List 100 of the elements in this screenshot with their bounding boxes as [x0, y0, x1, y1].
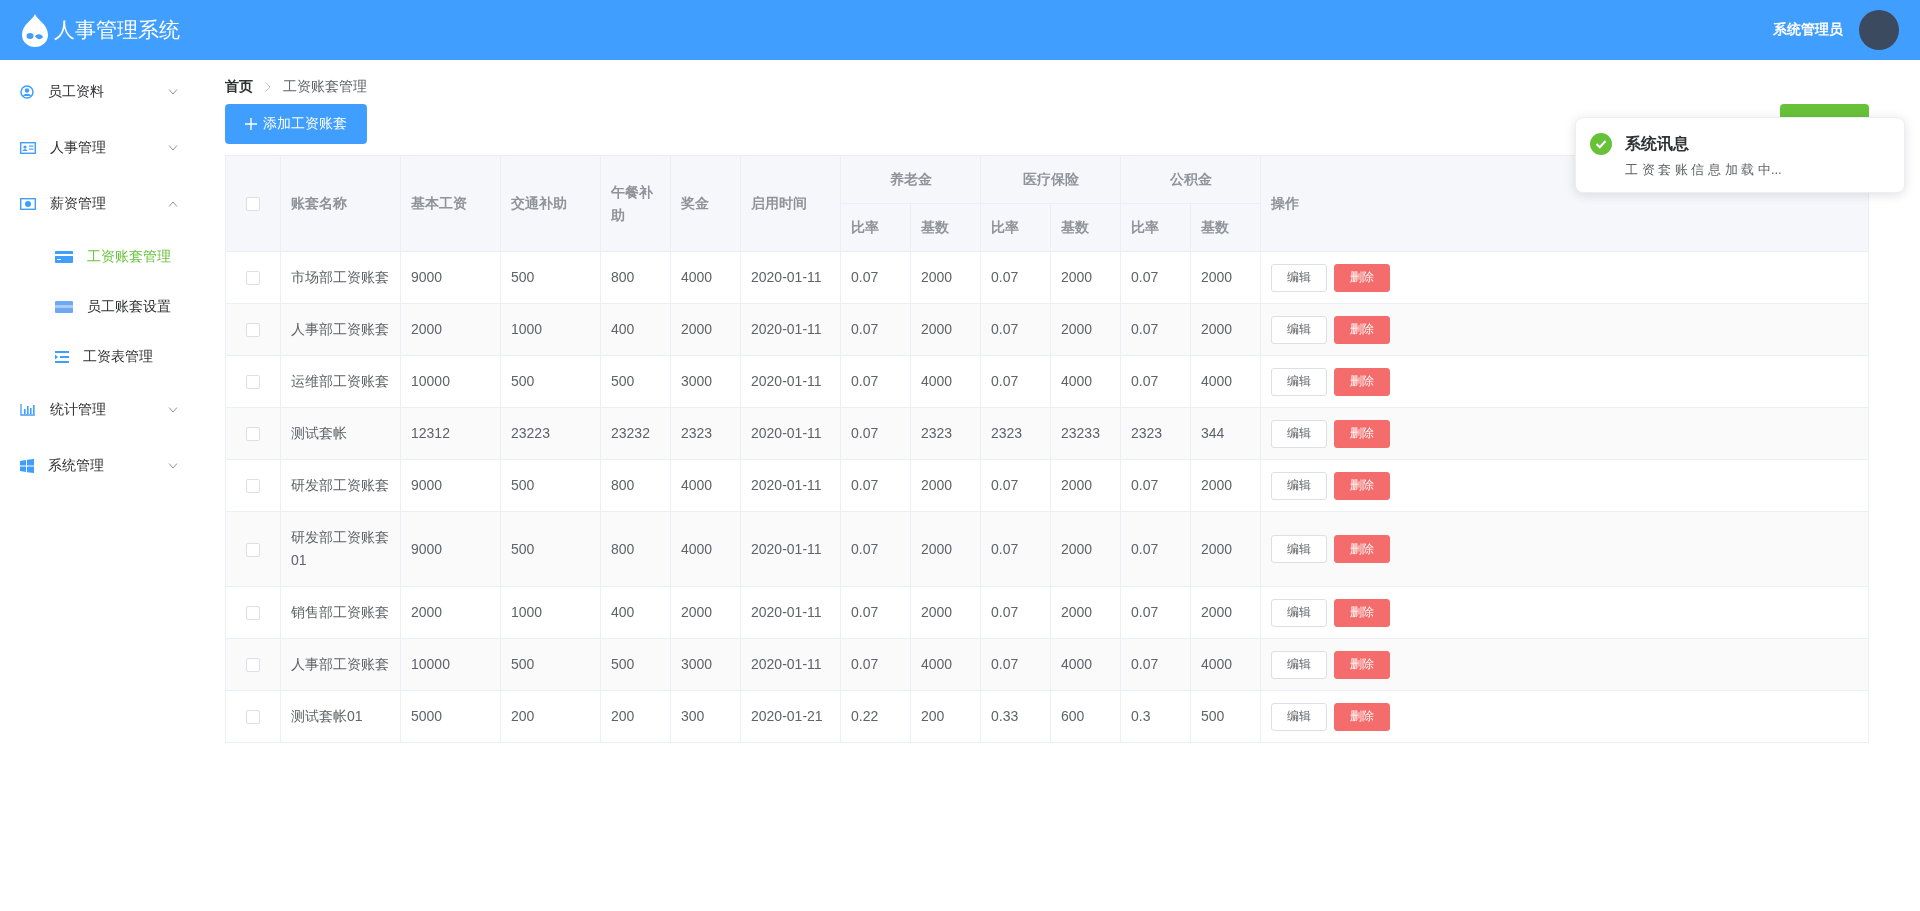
sidebar-item[interactable]: 统计管理	[0, 382, 200, 438]
edit-button[interactable]: 编辑	[1271, 471, 1327, 500]
table-cell: 2000	[1061, 540, 1093, 557]
table-cell: 1000	[511, 321, 543, 337]
avatar[interactable]	[1859, 10, 1899, 50]
table-cell: 0.07	[851, 269, 879, 285]
table-cell: 2000	[921, 604, 953, 620]
table-cell: 0.07	[851, 425, 879, 441]
table-cell: 12312	[411, 425, 450, 441]
table-cell: 研发部工资账套01	[291, 529, 389, 568]
column-header: 奖金	[681, 195, 709, 211]
checkbox[interactable]	[246, 427, 260, 442]
table-cell: 2000	[921, 477, 953, 493]
sidebar-item[interactable]: 人事管理	[0, 120, 200, 176]
checkbox[interactable]	[246, 375, 260, 390]
checkbox[interactable]	[246, 542, 260, 557]
column-group-header: 公积金	[1169, 171, 1212, 187]
table-cell: 2000	[921, 321, 953, 337]
table-cell: 500	[611, 656, 635, 672]
column-header: 操作	[1271, 195, 1299, 211]
money-icon	[20, 198, 36, 210]
table-cell: 800	[611, 269, 635, 285]
table-cell: 3000	[681, 373, 713, 389]
table-cell: 0.07	[991, 373, 1019, 389]
edit-button[interactable]: 编辑	[1271, 650, 1327, 679]
table-cell: 4000	[681, 477, 713, 493]
table-cell: 0.07	[991, 321, 1019, 337]
table-cell: 0.07	[1131, 321, 1159, 337]
table-cell: 0.07	[991, 269, 1019, 285]
table-cell: 2000	[1061, 321, 1093, 337]
table-cell: 2323	[1131, 425, 1163, 441]
edit-button[interactable]: 编辑	[1271, 367, 1327, 396]
table-cell: 23233	[1061, 425, 1100, 441]
table-cell: 3000	[681, 656, 713, 672]
table-cell: 600	[1061, 708, 1085, 724]
user-circle-icon	[20, 85, 34, 99]
column-header: 基本工资	[411, 195, 467, 211]
table-cell: 0.3	[1131, 708, 1151, 724]
plus-icon	[245, 118, 257, 130]
sidebar-item[interactable]: 员工资料	[0, 64, 200, 120]
table-cell: 4000	[1201, 373, 1233, 389]
table-cell: 500	[511, 269, 535, 285]
table-cell: 测试套帐	[291, 425, 347, 441]
breadcrumb-item: 工资账套管理	[283, 78, 367, 96]
table-cell: 4000	[681, 540, 713, 557]
table-cell: 23223	[511, 425, 550, 441]
column-header: 比率	[851, 219, 879, 235]
column-header: 比率	[991, 219, 1019, 235]
table-cell: 测试套帐01	[291, 708, 363, 724]
table-cell: 300	[681, 708, 705, 724]
edit-button[interactable]: 编辑	[1271, 535, 1327, 563]
table-cell: 2020-01-11	[751, 540, 822, 557]
table-cell: 0.07	[851, 540, 879, 557]
checkbox[interactable]	[246, 606, 260, 621]
table-cell: 0.22	[851, 708, 879, 724]
table-cell: 500	[511, 373, 535, 389]
drop-logo-icon	[20, 13, 50, 47]
table-cell: 研发部工资账套	[291, 477, 389, 493]
indent-list-icon	[55, 351, 69, 363]
edit-button[interactable]: 编辑	[1271, 263, 1327, 292]
table-cell: 人事部工资账套	[291, 656, 389, 672]
checkbox[interactable]	[246, 323, 260, 338]
table-cell: 2000	[1201, 477, 1233, 493]
table-cell: 2323	[681, 425, 713, 441]
table-cell: 2020-01-11	[751, 321, 822, 337]
edit-button[interactable]: 编辑	[1271, 598, 1327, 627]
column-header: 基数	[921, 219, 949, 235]
app-title: 人事管理系统	[54, 17, 180, 43]
column-header: 基数	[1061, 219, 1089, 235]
sidebar-subitem[interactable]: 员工账套设置	[0, 282, 200, 332]
edit-button[interactable]: 编辑	[1271, 702, 1327, 731]
edit-button[interactable]: 编辑	[1271, 419, 1327, 448]
checkbox[interactable]	[246, 710, 260, 725]
sidebar-item[interactable]: 系统管理	[0, 438, 200, 494]
table-cell: 2000	[1201, 321, 1233, 337]
checkbox[interactable]	[246, 271, 260, 286]
sidebar-item[interactable]: 薪资管理	[0, 176, 200, 232]
sidebar-subitem[interactable]: 工资表管理	[0, 332, 200, 382]
table-cell: 2020-01-11	[751, 425, 822, 441]
table-cell: 0.07	[1131, 269, 1159, 285]
checkbox[interactable]	[246, 479, 260, 494]
table-cell: 500	[511, 656, 535, 672]
table-cell: 2000	[681, 604, 713, 620]
breadcrumb-item[interactable]: 首页	[225, 78, 253, 96]
table-cell: 23232	[611, 425, 650, 441]
checkbox[interactable]	[246, 197, 260, 212]
table-cell: 0.07	[991, 540, 1019, 557]
chevron-down-icon	[168, 89, 178, 95]
table-cell: 9000	[411, 269, 443, 285]
edit-button[interactable]: 编辑	[1271, 315, 1327, 344]
table-cell: 5000	[411, 708, 443, 724]
table-cell: 0.33	[991, 708, 1019, 724]
windows-icon	[20, 459, 34, 473]
table-cell: 400	[611, 604, 635, 620]
table-cell: 4000	[1201, 656, 1233, 672]
table-cell: 4000	[1061, 656, 1093, 672]
table-cell: 0.07	[1131, 604, 1159, 620]
table-cell: 2000	[1061, 477, 1093, 493]
table-cell: 500	[511, 477, 535, 493]
checkbox[interactable]	[246, 658, 260, 673]
